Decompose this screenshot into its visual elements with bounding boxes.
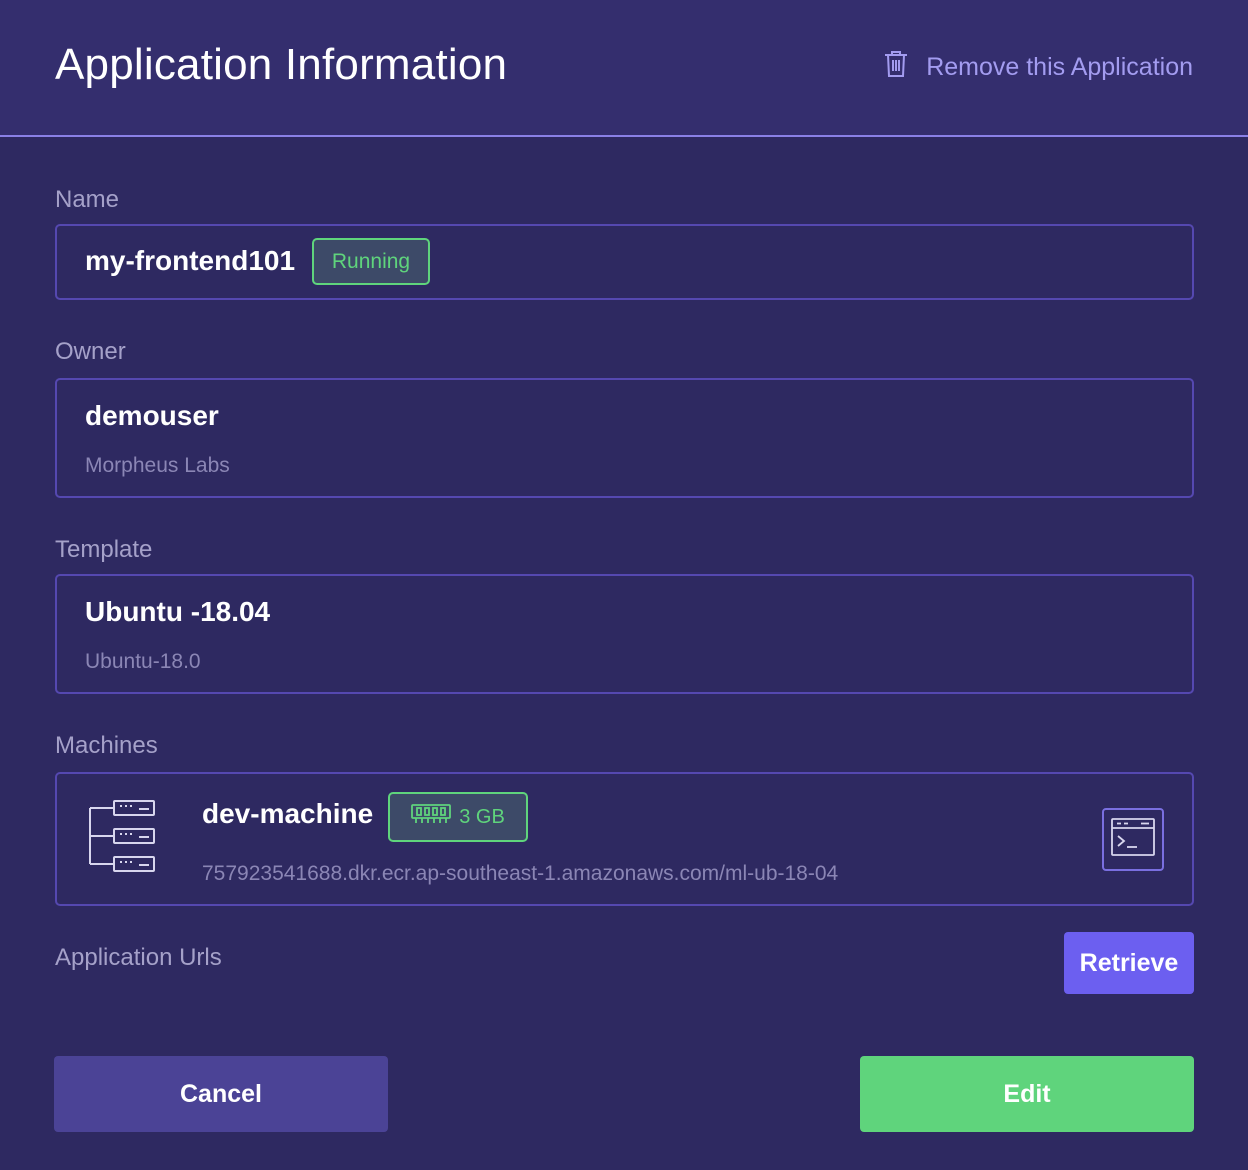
owner-label: Owner — [55, 338, 126, 365]
terminal-icon — [1111, 818, 1155, 861]
owner-box: demouser Morpheus Labs — [55, 378, 1194, 498]
cancel-button[interactable]: Cancel — [54, 1056, 388, 1132]
page-title: Application Information — [55, 40, 508, 89]
trash-icon — [884, 50, 908, 85]
machine-image-uri: 757923541688.dkr.ecr.ap-southeast-1.amaz… — [202, 862, 839, 885]
edit-button[interactable]: Edit — [860, 1056, 1194, 1132]
owner-username: demouser — [85, 400, 219, 431]
memory-chip-icon — [411, 803, 452, 831]
owner-organization: Morpheus Labs — [85, 454, 230, 477]
application-name: my-frontend101 — [85, 245, 296, 276]
template-label: Template — [55, 536, 153, 563]
memory-badge: 3 GB — [388, 792, 528, 842]
page-header: Application Information Remove this Appl… — [0, 0, 1248, 137]
remove-application-button[interactable]: Remove this Application — [884, 50, 1193, 85]
open-terminal-button[interactable] — [1102, 808, 1164, 871]
server-stack-icon — [87, 798, 157, 874]
machines-label: Machines — [55, 732, 158, 759]
template-image: Ubuntu-18.0 — [85, 650, 201, 673]
application-urls-label: Application Urls — [55, 944, 222, 971]
memory-value: 3 GB — [459, 805, 505, 828]
remove-application-label: Remove this Application — [926, 53, 1193, 81]
machine-card: dev-machine 3 GB 757923541688.dkr.ecr.ap… — [55, 772, 1194, 906]
name-label: Name — [55, 186, 120, 213]
machine-name: dev-machine — [202, 798, 374, 829]
template-name: Ubuntu -18.04 — [85, 596, 271, 627]
template-box: Ubuntu -18.04 Ubuntu-18.0 — [55, 574, 1194, 694]
status-badge: Running — [312, 238, 430, 285]
name-box: my-frontend101 Running — [55, 224, 1194, 300]
retrieve-button[interactable]: Retrieve — [1064, 932, 1194, 994]
